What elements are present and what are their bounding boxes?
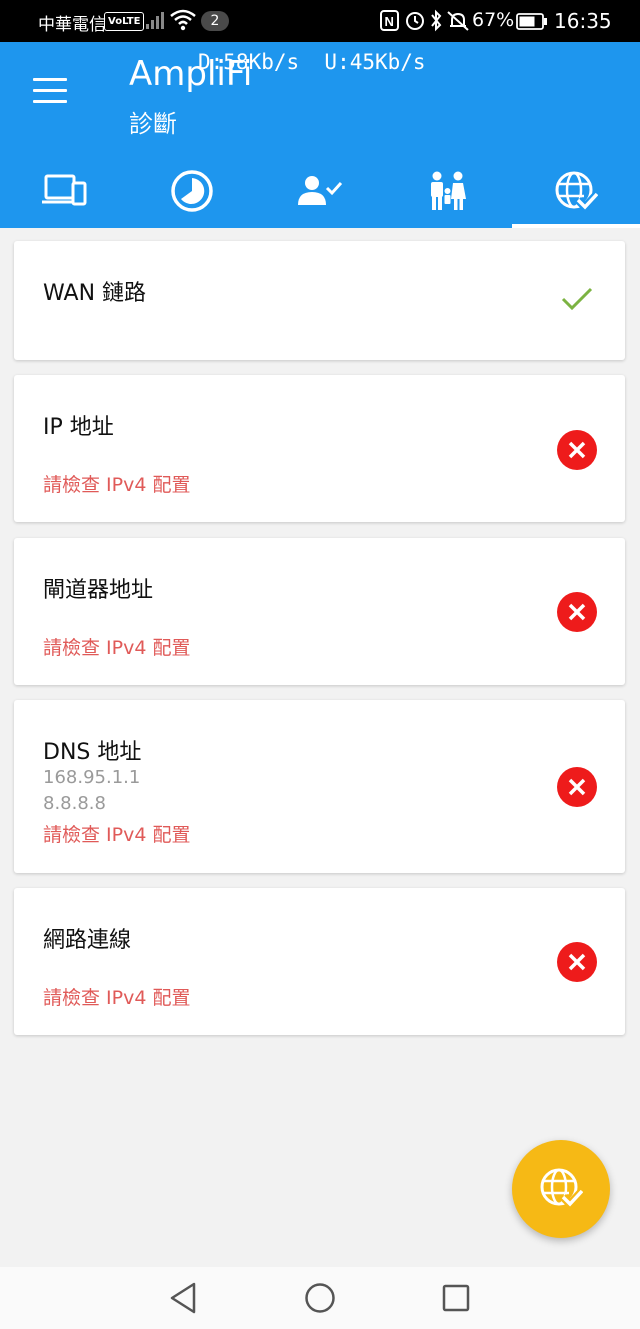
tab-diagnostics[interactable] — [512, 154, 640, 228]
run-diagnostics-fab[interactable] — [512, 1140, 610, 1238]
card-title: IP 地址 — [43, 415, 114, 440]
battery-icon — [516, 13, 547, 30]
card-error-message: 請檢查 IPv4 配置 — [43, 987, 191, 1009]
diagnostic-card-gateway[interactable]: 閘道器地址 請檢查 IPv4 配置 — [14, 538, 625, 685]
recent-apps-icon[interactable] — [441, 1281, 471, 1315]
error-icon — [557, 592, 597, 632]
speed-clock-icon — [171, 170, 213, 212]
system-nav-bar — [0, 1267, 640, 1329]
globe-check-icon — [540, 1168, 583, 1209]
system-status-icons: N — [380, 9, 469, 32]
globe-check-icon — [555, 171, 598, 212]
signal-icon — [146, 12, 164, 29]
card-title: DNS 地址 — [43, 740, 142, 765]
tab-devices[interactable] — [0, 154, 128, 228]
card-error-message: 請檢查 IPv4 配置 — [43, 824, 191, 846]
devices-icon — [42, 174, 87, 206]
page-subtitle: 診斷 — [129, 110, 177, 138]
error-icon — [557, 942, 597, 982]
card-title: 網路連線 — [43, 928, 132, 953]
home-icon[interactable] — [304, 1281, 336, 1315]
diagnostic-card-dns[interactable]: DNS 地址 168.95.1.1 8.8.8.8 請檢查 IPv4 配置 — [14, 700, 625, 873]
back-icon[interactable] — [168, 1281, 198, 1315]
battery-percent: 67% — [472, 9, 515, 31]
error-icon — [557, 430, 597, 470]
notification-count-badge: 2 — [201, 11, 229, 31]
user-check-icon — [298, 176, 343, 205]
check-icon — [561, 287, 593, 311]
diagnostic-card-internet[interactable]: 網路連線 請檢查 IPv4 配置 — [14, 888, 625, 1035]
diagnostic-card-ip[interactable]: IP 地址 請檢查 IPv4 配置 — [14, 375, 625, 522]
error-icon — [557, 767, 597, 807]
carrier-name: 中華電信 — [38, 15, 106, 35]
dns-secondary-address: 8.8.8.8 — [43, 793, 106, 814]
card-title: 閘道器地址 — [43, 578, 154, 603]
tab-bar — [0, 154, 640, 228]
family-icon — [431, 171, 466, 210]
clock-time: 16:35 — [554, 9, 612, 33]
speed-overlay: D:58Kb/s U:45Kb/s — [198, 50, 426, 74]
app-bar: AmpliFi 診斷 D:58Kb/s U:45Kb/s — [0, 42, 640, 228]
tab-users[interactable] — [256, 154, 384, 228]
dns-primary-address: 168.95.1.1 — [43, 767, 141, 788]
card-title: WAN 鏈路 — [43, 281, 147, 306]
volte-badge: VoLTE — [104, 12, 145, 31]
card-error-message: 請檢查 IPv4 配置 — [43, 637, 191, 659]
wifi-icon — [170, 9, 196, 31]
status-bar: 中華電信 VoLTE 2 N 67% 16:35 — [0, 0, 640, 42]
menu-icon[interactable] — [33, 78, 67, 104]
tab-family[interactable] — [384, 154, 512, 228]
svg-text:N: N — [385, 14, 394, 29]
card-error-message: 請檢查 IPv4 配置 — [43, 474, 191, 496]
tab-speed[interactable] — [128, 154, 256, 228]
diagnostic-card-wan[interactable]: WAN 鏈路 — [14, 241, 625, 360]
